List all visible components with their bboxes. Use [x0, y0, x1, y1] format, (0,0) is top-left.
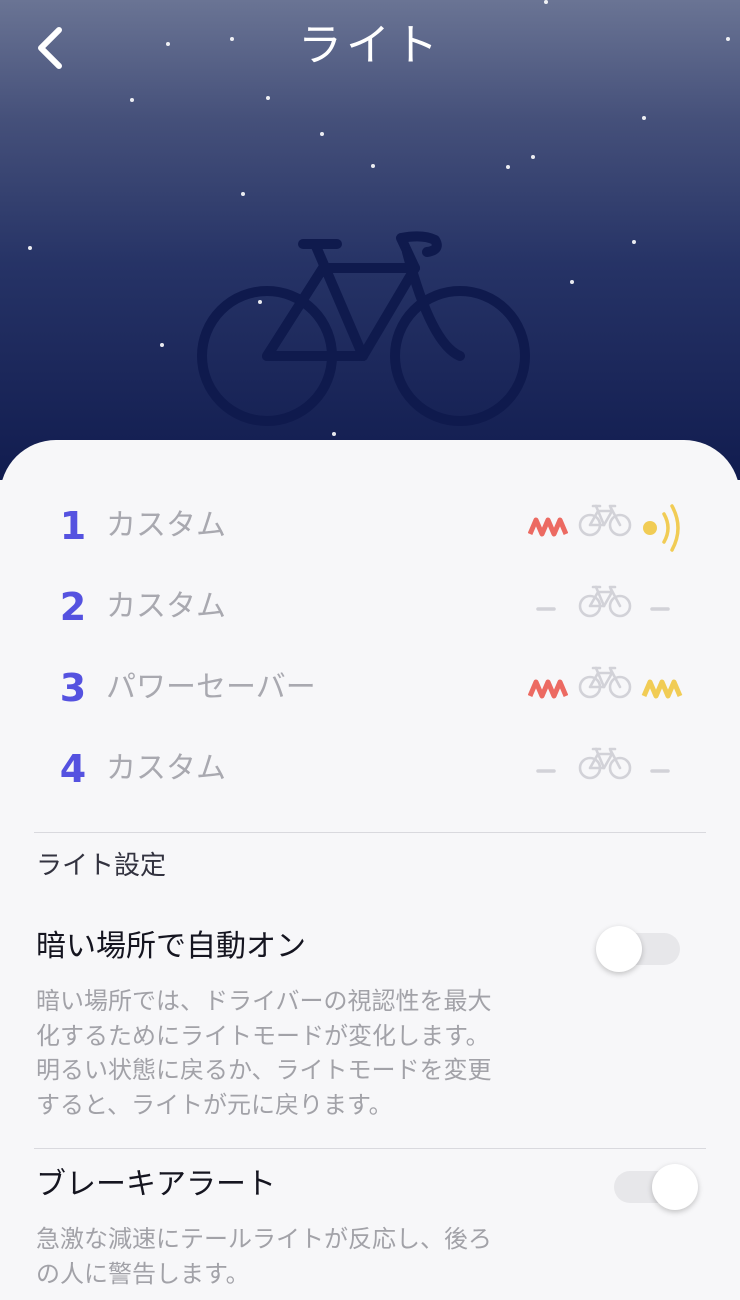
toggle-knob — [596, 926, 642, 972]
brake-alert-toggle[interactable] — [614, 1164, 698, 1210]
mode-name: カスタム — [106, 589, 226, 624]
auto-on-toggle[interactable] — [596, 926, 680, 972]
auto-on-title: 暗い場所で自動オン — [36, 929, 306, 964]
bicycle-icon — [578, 666, 632, 699]
page-title: ライト — [298, 20, 442, 71]
light-mode-3[interactable]: 3 パワーセーバー — [0, 650, 740, 731]
front-light-off-icon — [536, 607, 556, 611]
rear-light-off-icon — [650, 769, 670, 773]
divider — [34, 1148, 706, 1149]
bicycle-icon — [578, 747, 632, 780]
light-mode-1[interactable]: 1 カスタム — [0, 488, 740, 569]
front-light-flash-icon — [528, 517, 568, 537]
mode-number: 4 — [59, 747, 87, 791]
mode-number: 3 — [59, 666, 87, 710]
front-light-off-icon — [536, 769, 556, 773]
rear-light-off-icon — [650, 607, 670, 611]
bicycle-icon — [578, 585, 632, 618]
mode-name: カスタム — [106, 508, 226, 543]
rear-light-flash-icon — [641, 679, 683, 699]
front-light-flash-icon — [528, 679, 568, 699]
mode-name: パワーセーバー — [106, 670, 316, 705]
rear-light-signal-icon — [643, 504, 680, 552]
mode-number: 1 — [59, 504, 87, 548]
divider — [34, 832, 706, 833]
content-card: 1 カスタム 2 カスタム 3 パワーセーバー 4 カスタム ライト設定 暗い場… — [0, 440, 740, 1300]
light-mode-4[interactable]: 4 カスタム — [0, 731, 740, 812]
light-mode-list: 1 カスタム 2 カスタム 3 パワーセーバー 4 カスタム — [0, 488, 740, 812]
mode-name: カスタム — [106, 751, 226, 786]
mode-number: 2 — [59, 585, 87, 629]
section-title: ライト設定 — [36, 851, 167, 881]
hero-banner: ライト — [0, 0, 740, 480]
toggle-knob — [652, 1164, 698, 1210]
brake-alert-description: 急激な減速にテールライトが反応し、後ろ の人に警告します。 — [36, 1225, 492, 1288]
auto-on-description: 暗い場所では、ドライバーの視認性を最大 化するためにライトモードが変化します。 … — [36, 987, 492, 1119]
light-mode-2[interactable]: 2 カスタム — [0, 569, 740, 650]
bicycle-illustration — [197, 231, 530, 426]
brake-alert-title: ブレーキアラート — [36, 1167, 276, 1202]
bicycle-icon — [578, 504, 632, 537]
